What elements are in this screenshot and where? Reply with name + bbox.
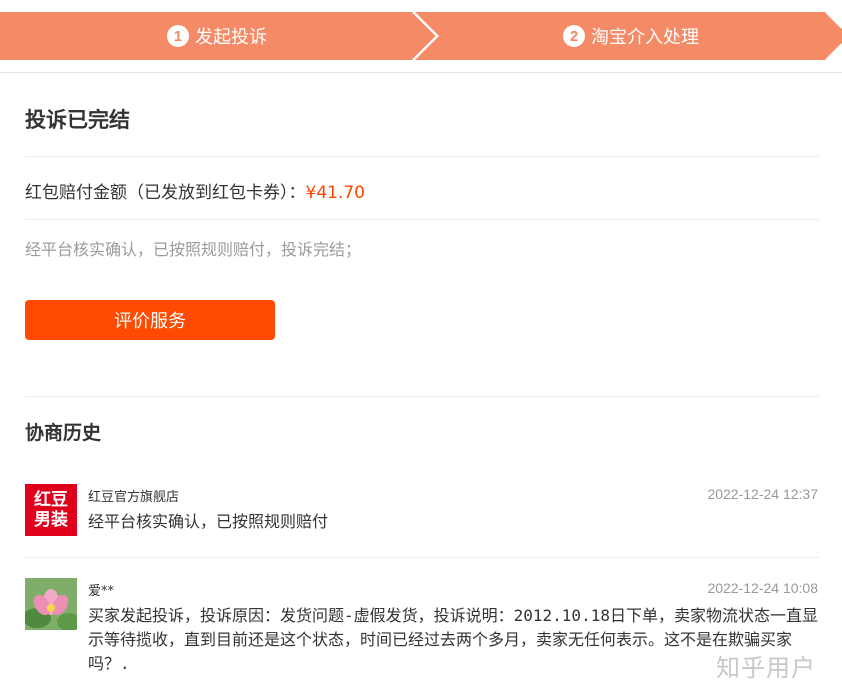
history-entry-message: 买家发起投诉，投诉原因：发货问题-虚假发货，投诉说明：2012.10.18日下单… bbox=[88, 606, 818, 673]
history-entry-time: 2022-12-24 12:37 bbox=[707, 486, 818, 502]
history-entry-message: 经平台核实确认，已按照规则赔付 bbox=[88, 512, 329, 531]
step-2: 2 淘宝介入处理 bbox=[563, 12, 699, 60]
history-entry-name: 红豆官方旗舰店 bbox=[88, 490, 180, 505]
divider bbox=[25, 557, 819, 558]
progress-steps: 1 发起投诉 2 淘宝介入处理 bbox=[0, 12, 842, 60]
compensation-row: 红包赔付金额（已发放到红包卡券）：¥41.70 bbox=[25, 178, 365, 203]
shop-avatar: 红豆 男装 bbox=[25, 484, 77, 536]
step-2-number: 2 bbox=[563, 25, 585, 47]
watermark: 知乎用户 bbox=[716, 654, 816, 682]
result-description: 经平台核实确认，已按照规则赔付，投诉完结； bbox=[25, 240, 362, 259]
step-1: 1 发起投诉 bbox=[167, 12, 267, 60]
history-entry-time: 2022-12-24 10:08 bbox=[707, 580, 818, 596]
shop-avatar-text-1: 红豆 bbox=[34, 490, 68, 510]
lotus-flower-avatar-icon bbox=[25, 578, 77, 630]
compensation-label: 红包赔付金额（已发放到红包卡券）： bbox=[25, 183, 306, 203]
step-arrows bbox=[0, 12, 842, 60]
compensation-amount: ¥41.70 bbox=[305, 183, 365, 203]
history-title: 协商历史 bbox=[25, 422, 102, 444]
divider bbox=[25, 219, 819, 220]
divider bbox=[25, 396, 819, 397]
step-2-label: 淘宝介入处理 bbox=[591, 27, 699, 48]
divider bbox=[25, 156, 819, 157]
step-1-label: 发起投诉 bbox=[195, 27, 267, 48]
rate-service-button[interactable]: 评价服务 bbox=[25, 300, 275, 340]
shop-avatar-text-2: 男装 bbox=[34, 510, 68, 530]
step-1-number: 1 bbox=[167, 25, 189, 47]
divider bbox=[0, 72, 842, 73]
history-entry-name: 爱** bbox=[88, 584, 115, 599]
status-title: 投诉已完结 bbox=[25, 108, 130, 132]
